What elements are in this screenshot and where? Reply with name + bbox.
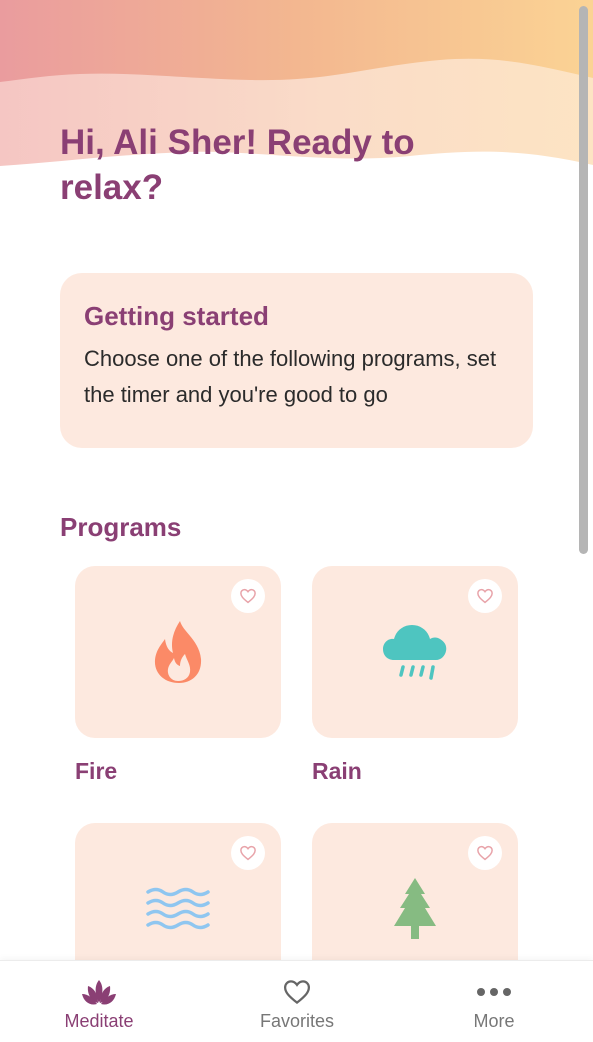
nav-item-meditate[interactable]: Meditate xyxy=(0,961,198,1042)
scrollbar[interactable] xyxy=(579,6,588,554)
programs-heading: Programs xyxy=(60,512,182,542)
favorite-toggle[interactable] xyxy=(468,579,502,613)
favorite-toggle[interactable] xyxy=(231,579,265,613)
nav-label-meditate: Meditate xyxy=(64,1011,134,1031)
heart-outline-icon xyxy=(477,588,493,604)
favorite-toggle[interactable] xyxy=(231,836,265,870)
nav-label-more: More xyxy=(473,1011,515,1031)
fire-icon xyxy=(154,621,202,683)
favorite-toggle[interactable] xyxy=(468,836,502,870)
heart-outline-icon xyxy=(477,845,493,861)
program-label-fire: Fire xyxy=(75,758,118,784)
program-card-rain[interactable] xyxy=(312,566,518,738)
rain-cloud-icon xyxy=(383,625,447,680)
heart-outline-icon xyxy=(240,845,256,861)
getting-started-card: Getting started Choose one of the follow… xyxy=(60,273,533,448)
nav-item-favorites[interactable]: Favorites xyxy=(198,961,396,1042)
nav-label-favorites: Favorites xyxy=(259,1011,335,1031)
nav-item-more[interactable]: More xyxy=(395,961,593,1042)
bottom-navigation: Meditate Favorites More xyxy=(0,960,593,1042)
program-card-fire[interactable] xyxy=(75,566,281,738)
getting-started-title: Getting started xyxy=(84,301,269,331)
heart-outline-icon xyxy=(240,588,256,604)
page-title: Hi, Ali Sher! Ready to relax? xyxy=(60,123,415,207)
more-dots-icon xyxy=(477,988,511,996)
lotus-icon xyxy=(82,980,116,1005)
getting-started-text: Choose one of the following programs, se… xyxy=(84,346,497,407)
heart-outline-icon xyxy=(283,980,311,1005)
program-label-rain: Rain xyxy=(312,758,362,784)
pine-tree-icon xyxy=(394,878,436,939)
water-waves-icon xyxy=(146,887,210,930)
